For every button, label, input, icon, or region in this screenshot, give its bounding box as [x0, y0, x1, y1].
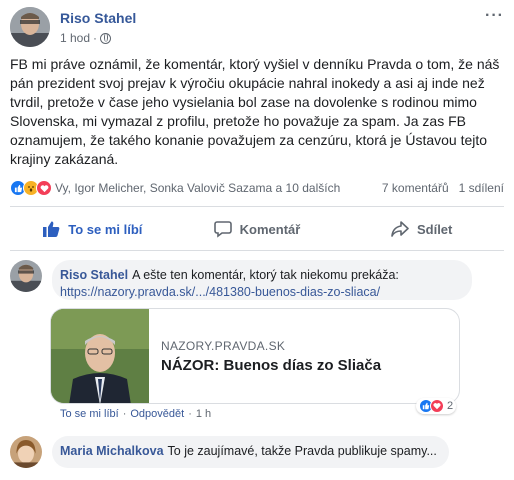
comment-link[interactable]: https://nazory.pravda.sk/.../481380-buen…: [60, 285, 380, 299]
like-label: To se mi líbí: [68, 221, 143, 237]
comment-icon: [213, 221, 232, 238]
comments-count[interactable]: 7 komentářů: [382, 181, 449, 195]
reaction-icons[interactable]: [10, 180, 52, 196]
divider: [10, 250, 504, 251]
comment-label: Komentář: [239, 221, 301, 237]
post-text: FB mi práve oznámil, že komentár, ktorý …: [10, 56, 500, 167]
share-label: Sdílet: [416, 221, 453, 237]
link-preview-card[interactable]: NAZORY.PRAVDA.SK NÁZOR: Buenos días zo S…: [50, 308, 460, 404]
card-title[interactable]: NÁZOR: Buenos días zo Sliača: [161, 357, 381, 374]
reactors-names[interactable]: Vy, Igor Melicher, Sonka Valovič Sazama …: [55, 181, 340, 195]
thumbs-up-icon: [43, 221, 60, 237]
globe-icon: [100, 32, 112, 44]
shares-count[interactable]: 1 sdílení: [459, 181, 504, 195]
comment-author[interactable]: Riso Stahel: [60, 268, 128, 282]
comment-like-link[interactable]: To se mi líbí: [60, 408, 119, 420]
comment-button[interactable]: Komentář: [175, 212, 340, 246]
meta-separator: ·: [93, 31, 98, 45]
dot-separator: ·: [188, 408, 192, 420]
like-button[interactable]: To se mi líbí: [10, 212, 175, 246]
comment-item: Maria Michalkova To je zaujímavé, takže P…: [10, 436, 504, 472]
share-icon: [391, 221, 409, 237]
share-button[interactable]: Sdílet: [339, 212, 504, 246]
card-domain: NAZORY.PRAVDA.SK: [161, 339, 286, 353]
comment-time[interactable]: 1 h: [196, 408, 211, 420]
heart-icon: [36, 180, 52, 196]
commenter-avatar[interactable]: [10, 260, 42, 292]
comment-bubble: Riso Stahel A ešte ten komentár, ktorý ta…: [52, 260, 472, 300]
comment-text: To je zaujímavé, takže Pravda publikuje …: [167, 444, 437, 458]
post-meta: 1 hod ·: [60, 31, 112, 45]
more-options-button[interactable]: ···: [485, 7, 504, 25]
comment-actions: To se mi líbí · Odpovědět · 1 h: [60, 408, 211, 420]
reactions-summary: Vy, Igor Melicher, Sonka Valovič Sazama …: [10, 178, 504, 198]
author-avatar[interactable]: [10, 7, 50, 47]
dot-separator: ·: [122, 408, 127, 420]
comment-text: A ešte ten komentár, ktorý tak niekomu p…: [132, 268, 399, 282]
comment-reaction-count: 2: [447, 400, 454, 412]
post-header: Riso Stahel 1 hod · ···: [10, 7, 504, 47]
post-actions: To se mi líbí Komentář Sdílet: [10, 212, 504, 246]
divider: [10, 206, 504, 207]
comment-author[interactable]: Maria Michalkova: [60, 444, 164, 458]
post-author-name[interactable]: Riso Stahel: [60, 10, 136, 26]
comment-reply-link[interactable]: Odpovědět: [130, 408, 184, 420]
comment-item: Riso Stahel A ešte ten komentár, ktorý ta…: [10, 260, 504, 304]
article-thumbnail: [51, 309, 149, 403]
heart-icon: [430, 399, 444, 413]
engagement-counts: 7 komentářů 1 sdílení: [382, 181, 504, 195]
comment-bubble: Maria Michalkova To je zaujímavé, takže P…: [52, 436, 449, 468]
post-time[interactable]: 1 hod: [60, 31, 90, 45]
comment-reactions[interactable]: 2: [416, 398, 457, 414]
commenter-avatar[interactable]: [10, 436, 42, 468]
